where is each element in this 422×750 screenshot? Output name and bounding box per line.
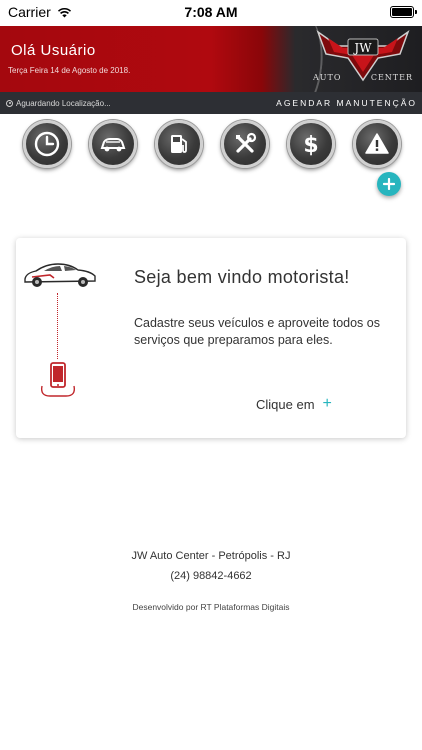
footer-credits: Desenvolvido por RT Plataformas Digitais: [132, 602, 290, 612]
welcome-text: Cadastre seus veículos e aproveite todos…: [134, 316, 380, 347]
status-left: Carrier: [8, 4, 72, 20]
carrier-label: Carrier: [8, 4, 51, 20]
footer-phone[interactable]: (24) 98842-4662: [0, 570, 422, 582]
welcome-card: Seja bem vindo motorista! Cadastre seus …: [16, 238, 406, 438]
dollar-icon: $: [303, 133, 318, 158]
fuel-pump-icon: [171, 135, 187, 153]
sports-car-icon: [24, 263, 96, 287]
location-status-text: Aguardando Localização...: [16, 98, 111, 108]
smartphone-icon: [40, 362, 76, 397]
dotted-connector: [57, 293, 58, 359]
shortcut-row: $: [23, 120, 403, 170]
wifi-icon: [57, 7, 71, 17]
status-bar: Carrier 7:08 AM: [0, 0, 422, 24]
add-button[interactable]: [377, 172, 401, 196]
warning-icon: [365, 133, 389, 154]
clock-icon: [34, 131, 60, 157]
location-icon: [6, 99, 13, 107]
logo-wordmark: AUTO CENTER: [313, 73, 413, 82]
welcome-title: Seja bem vindo motorista!: [134, 267, 350, 287]
location-bar: Aguardando Localização... AGENDAR MANUTE…: [0, 92, 422, 114]
expenses-button[interactable]: $: [287, 120, 335, 168]
cta-plus-icon: +: [322, 395, 332, 412]
svg-text:$: $: [303, 133, 318, 158]
battery-icon: [390, 6, 417, 18]
plus-icon: [383, 178, 395, 190]
tools-icon: [236, 132, 257, 153]
location-status: Aguardando Localização...: [6, 99, 111, 108]
greeting-text: Olá Usuário: [11, 42, 96, 59]
history-button[interactable]: [23, 120, 71, 168]
logo-monogram: JW: [352, 41, 372, 55]
date-text: Terça Feira 14 de Agosto de 2018.: [8, 66, 131, 75]
car-icon: [100, 138, 126, 152]
footer-address: JW Auto Center - Petrópolis - RJ: [131, 550, 291, 562]
maintenance-button[interactable]: [221, 120, 269, 168]
header-banner: Olá Usuário Terça Feira 14 de Agosto de …: [0, 26, 422, 92]
vehicles-button[interactable]: [89, 120, 137, 168]
cta-label: Clique em: [256, 396, 315, 412]
logo-word-auto: AUTO: [313, 73, 342, 82]
alerts-button[interactable]: [353, 120, 401, 168]
schedule-maintenance-button[interactable]: AGENDAR MANUTENÇÃO: [276, 98, 417, 108]
register-vehicle-link[interactable]: Clique em +: [256, 395, 332, 413]
fuel-button[interactable]: [155, 120, 203, 168]
logo-word-center: CENTER: [370, 73, 413, 82]
